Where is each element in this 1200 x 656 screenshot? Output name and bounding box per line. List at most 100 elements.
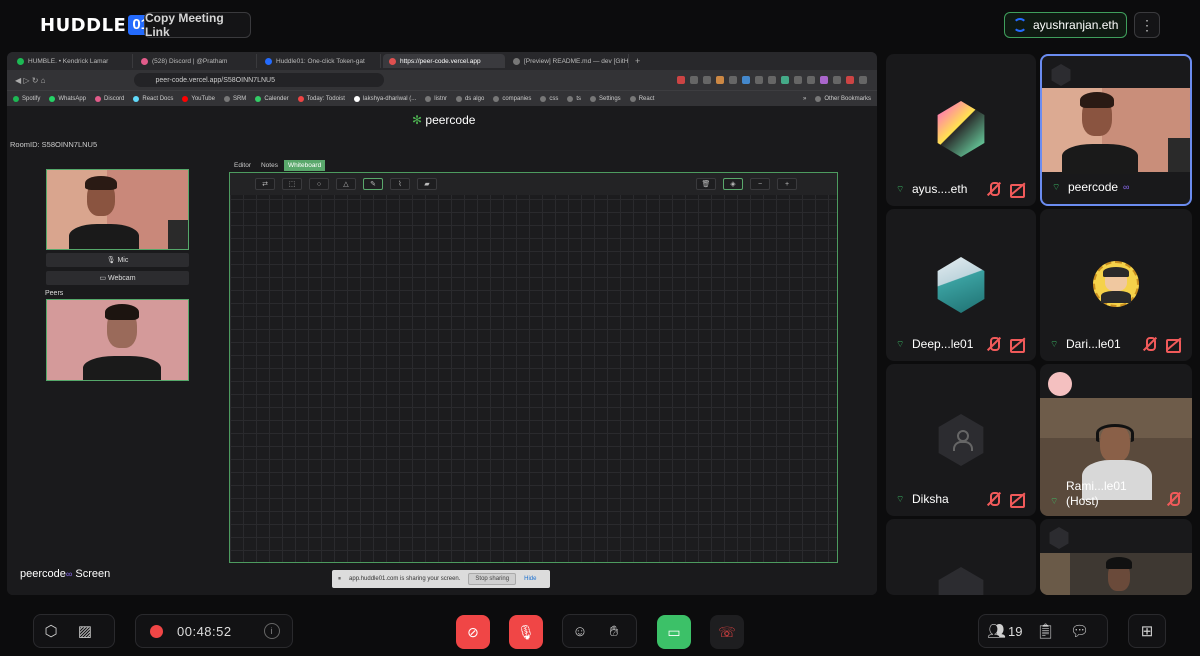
default-avatar-icon — [938, 414, 984, 466]
bookmark: Today: Todoist — [297, 95, 345, 102]
copy-meeting-link-button[interactable]: Copy Meeting Link — [144, 11, 251, 39]
signal-icon: ⌔ — [896, 339, 905, 349]
meeting-timer: 00:48:52 — [177, 623, 232, 639]
hide-link[interactable]: Hide — [524, 576, 536, 582]
trash-icon: 🗑︎ — [696, 178, 716, 190]
participant-name: ayus....eth — [912, 182, 968, 196]
camera-off-icon: ⊘ — [467, 623, 479, 640]
participant-name: peercode — [1068, 180, 1119, 194]
people-icon: 👥︎ — [987, 623, 1007, 640]
circle-tool-icon: ○ — [309, 178, 329, 190]
participant-count: 19 — [1008, 623, 1023, 639]
camera-off-icon — [1010, 492, 1026, 508]
participant-tile[interactable]: ⌔ Deep...le01 — [886, 209, 1036, 361]
mic-icon: 🎙︎ — [106, 257, 118, 264]
browser-tab: Huddle01: One-click Token-gat — [259, 54, 381, 68]
screen-share-icon: ▭ — [667, 623, 681, 640]
raise-hand-button[interactable]: ✋︎ — [597, 614, 631, 648]
mic-off-icon — [986, 182, 1002, 196]
peer-video — [46, 299, 189, 381]
image-icon: ▨ — [77, 623, 93, 640]
bookmark: YouTube — [182, 95, 215, 102]
clipboard-icon: 📋︎ — [1035, 623, 1056, 640]
sidebar-toggle-button[interactable]: ⊞ — [1130, 614, 1164, 648]
nav-arrows-icon: ◀ ▷ ↻ ⌂ — [15, 75, 46, 85]
screen-share-view: HUMBLE. • Kendrick Lamar (528) Discord |… — [7, 52, 877, 595]
chat-button[interactable]: 💬︎ — [1063, 614, 1097, 648]
spotify-icon — [17, 57, 24, 65]
participant-tile[interactable]: ⌔ Diksha — [886, 364, 1036, 516]
camera-toggle-button[interactable]: ⊘ — [456, 615, 490, 649]
participant-tile[interactable]: ⌔ ayus....eth — [886, 54, 1036, 206]
nft-avatar-icon — [1093, 261, 1139, 307]
brush-tool-icon: ⌇ — [390, 178, 410, 190]
smiley-icon: ☺ — [572, 622, 588, 640]
bookmark: Calender — [255, 95, 289, 102]
emoji-button[interactable]: ☺ — [563, 614, 597, 648]
participant-tile[interactable]: ⌔ Dari...le01 — [1040, 209, 1192, 361]
browser-tab-strip: HUMBLE. • Kendrick Lamar (528) Discord |… — [7, 52, 877, 70]
chat-icon: 💬︎ — [1069, 623, 1090, 640]
mic-toggle-button[interactable]: 🎙︎ — [509, 615, 543, 649]
sidebar-toggle-group: ⊞ — [1128, 614, 1166, 648]
discord-icon — [141, 57, 148, 65]
participant-tile-active-speaker[interactable]: ⌔ peercode ∞ — [1040, 54, 1192, 206]
info-icon[interactable]: i — [263, 623, 280, 639]
wallet-icon — [1013, 18, 1027, 32]
avatar — [1048, 372, 1072, 396]
avatar-placeholder-icon — [1051, 64, 1071, 86]
chevron-right-icon: » — [802, 95, 807, 102]
room-id: RoomID: S58OINN7LNU5 — [10, 140, 98, 149]
new-tab-icon: + — [635, 56, 641, 66]
nft-avatar-icon — [937, 257, 985, 313]
participant-video — [1040, 553, 1192, 595]
layout-toggle-button[interactable]: ⬡ — [34, 614, 68, 648]
stop-sharing-button[interactable]: Stop sharing — [468, 573, 517, 585]
hand-icon: ✋︎ — [609, 622, 619, 640]
more-options-button[interactable]: ⋮ — [1134, 12, 1160, 38]
other-bookmarks: Other Bookmarks — [815, 95, 877, 102]
zoom-in-icon: + — [777, 178, 797, 190]
participant-tile[interactable] — [886, 519, 1036, 595]
clipboard-button[interactable]: 📋︎ — [1029, 614, 1063, 648]
verified-icon: ∞ — [65, 569, 73, 579]
participant-name: Deep...le01 — [912, 337, 974, 351]
participant-name: Diksha — [912, 492, 949, 506]
bookmark: Spotify — [13, 95, 40, 102]
bookmark: SRM — [223, 95, 246, 102]
participant-video — [1042, 88, 1190, 174]
browser-tab: [Preview] README.md — dev [GitH — [507, 54, 629, 68]
logo-text: HUDDLE — [40, 14, 127, 36]
wallet-address: ayushranjan.eth — [1033, 18, 1119, 32]
tab-notes: Notes — [260, 162, 278, 169]
gallery-button[interactable]: ▨ — [68, 614, 102, 648]
mic-off-icon — [1142, 337, 1158, 351]
browser-url-row: ◀ ▷ ↻ ⌂ peer-code.vercel.app/S58OINN7LNU… — [7, 70, 877, 90]
browser-tab: (528) Discord | @Pratham — [135, 54, 257, 68]
wallet-button[interactable]: ayushranjan.eth — [1004, 12, 1127, 38]
triangle-tool-icon: △ — [336, 178, 356, 190]
pause-icon: ⏸ — [338, 575, 342, 582]
recording-indicator-icon — [150, 624, 163, 638]
bookmark: Settings — [590, 95, 621, 102]
workspace-tabs: Editor Notes Whiteboard — [230, 160, 326, 171]
eraser-tool-icon: ▰ — [417, 178, 437, 190]
participant-tile[interactable] — [1040, 519, 1192, 595]
bookmark: React — [629, 95, 654, 102]
whiteboard-canvas: ⇄ ⬚ ○ △ ✎ ⌇ ▰ 🗑︎ ◈ − + — [229, 172, 838, 563]
camera-off-icon — [1166, 337, 1182, 353]
select-tool-icon: ⬚ — [282, 178, 302, 190]
participants-button[interactable]: 👥︎ 19 — [979, 614, 1023, 648]
fill-tool-icon: ◈ — [723, 178, 743, 190]
meeting-tools: 👥︎ 19 📋︎ 💬︎ — [978, 614, 1108, 648]
avatar-placeholder-icon — [1049, 527, 1069, 549]
record-icon — [389, 57, 396, 65]
screen-share-button[interactable]: ▭ — [657, 615, 691, 649]
participant-tile-host[interactable]: Rami...le01 ⌔ (Host) — [1040, 364, 1192, 516]
signal-icon: ⌔ — [1052, 182, 1061, 192]
browser-tab-active: https://peer-code.vercel.app — [383, 54, 505, 68]
signal-icon: ⌔ — [896, 184, 905, 194]
verified-icon: ∞ — [1123, 182, 1130, 192]
leave-call-button[interactable]: ☏ — [710, 615, 744, 649]
tab-whiteboard: Whiteboard — [283, 160, 326, 171]
